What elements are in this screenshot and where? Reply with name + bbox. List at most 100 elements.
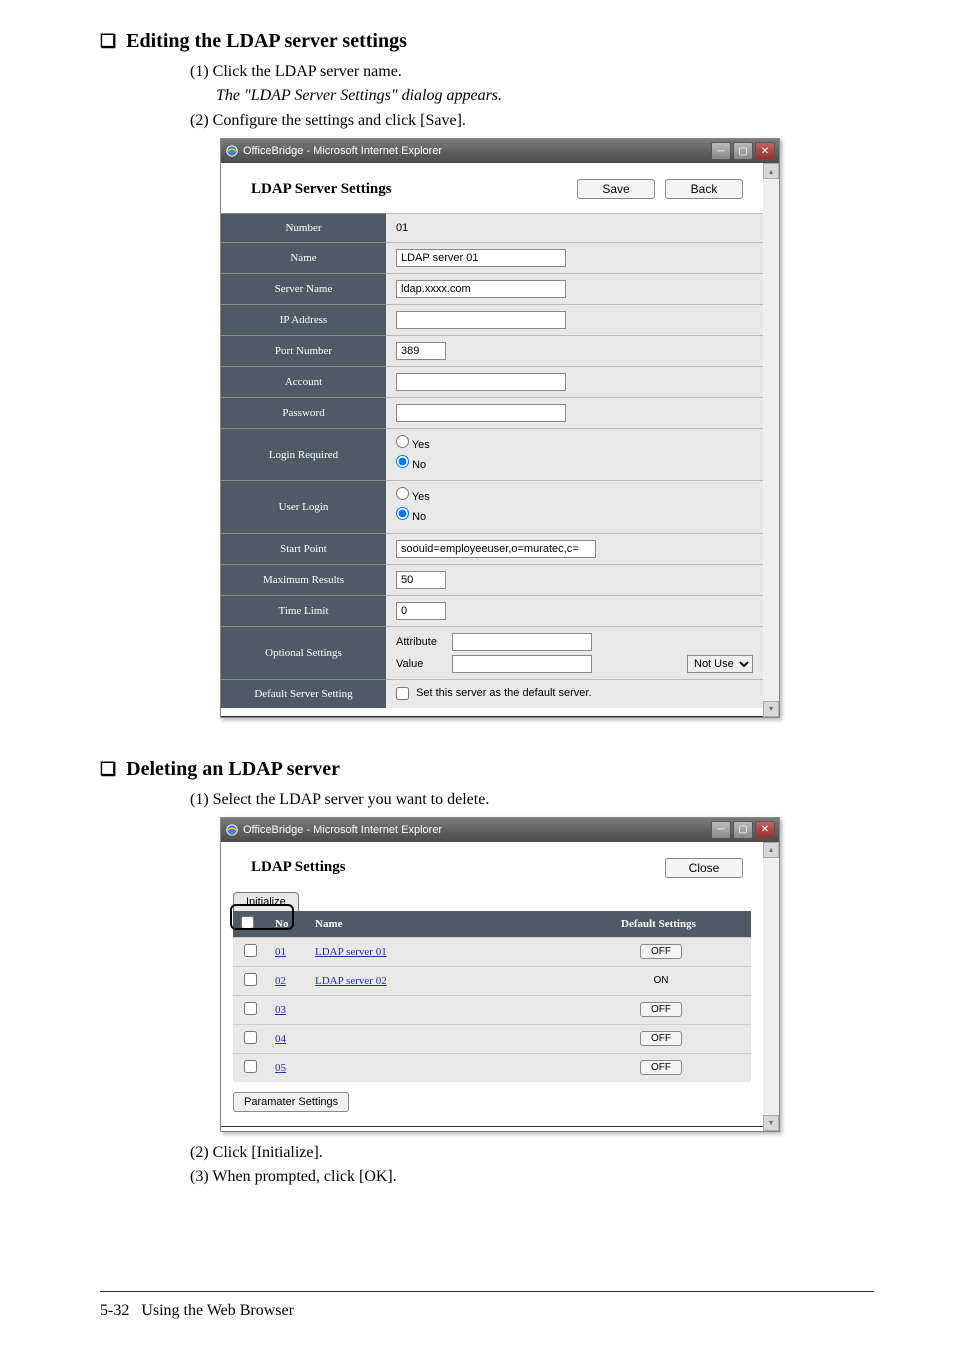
row-no-link[interactable]: 02	[275, 975, 286, 987]
table-row: 03 OFF	[233, 995, 751, 1024]
opt-use-select[interactable]: Not Use	[687, 655, 753, 673]
scroll-down-icon[interactable]: ▾	[763, 701, 779, 717]
server-name-input[interactable]	[396, 280, 566, 298]
password-input[interactable]	[396, 404, 566, 422]
col-name: Name	[307, 911, 571, 938]
label-default-server: Default Server Setting	[221, 679, 386, 708]
col-checkbox	[233, 911, 267, 938]
step-1-1-sub: The "LDAP Server Settings" dialog appear…	[190, 85, 874, 107]
opt-attr-label: Attribute	[396, 636, 446, 648]
window-minimize-button[interactable]: ─	[711, 142, 731, 160]
window-title-2: OfficeBridge - Microsoft Internet Explor…	[243, 824, 442, 836]
opt-value-input[interactable]	[452, 655, 592, 673]
footer-title: Using the Web Browser	[141, 1302, 294, 1319]
label-port: Port Number	[221, 336, 386, 367]
time-limit-input[interactable]	[396, 602, 446, 620]
page-footer: 5-32 Using the Web Browser	[100, 1291, 874, 1320]
tab-initialize[interactable]: Initialize	[233, 892, 299, 911]
default-toggle[interactable]: OFF	[640, 944, 682, 959]
table-row: 02 LDAP server 02 ON	[233, 966, 751, 995]
window-close-button[interactable]: ✕	[755, 821, 775, 839]
scroll-up-icon[interactable]: ▴	[763, 163, 779, 179]
value-number: 01	[386, 214, 763, 243]
row-no-link[interactable]: 05	[275, 1062, 286, 1074]
scroll-up-icon[interactable]: ▴	[763, 842, 779, 858]
default-toggle[interactable]: ON	[644, 974, 679, 987]
start-point-input[interactable]	[396, 540, 596, 558]
step-2-1: (1) Select the LDAP server you want to d…	[190, 789, 874, 811]
dialog-title: LDAP Server Settings	[251, 181, 392, 198]
scroll-down-icon[interactable]: ▾	[763, 1115, 779, 1131]
default-toggle[interactable]: OFF	[640, 1060, 682, 1075]
label-password: Password	[221, 398, 386, 429]
window-close-button[interactable]: ✕	[755, 142, 775, 160]
save-button[interactable]: Save	[577, 179, 655, 199]
row-no-link[interactable]: 04	[275, 1033, 286, 1045]
row-checkbox[interactable]	[244, 1002, 257, 1015]
label-ip-address: IP Address	[221, 305, 386, 336]
port-input[interactable]	[396, 342, 446, 360]
label-number: Number	[221, 214, 386, 243]
bullet-square-icon: ❑	[100, 759, 116, 779]
window-title: OfficeBridge - Microsoft Internet Explor…	[243, 145, 442, 157]
row-checkbox[interactable]	[244, 1060, 257, 1073]
back-button[interactable]: Back	[665, 179, 743, 199]
row-checkbox[interactable]	[244, 1031, 257, 1044]
ldap-form-table: Number 01 Name Server Name IP Address Po…	[221, 213, 763, 707]
col-default: Default Settings	[571, 911, 751, 938]
label-time-limit: Time Limit	[221, 595, 386, 626]
table-row: 04 OFF	[233, 1024, 751, 1053]
step-2-3: (3) When prompted, click [OK].	[190, 1166, 874, 1188]
step-2-2: (2) Click [Initialize].	[190, 1142, 874, 1164]
bullet-square-icon: ❑	[100, 31, 116, 51]
step-1-1: (1) Click the LDAP server name.	[190, 61, 874, 83]
row-no-link[interactable]: 03	[275, 1004, 286, 1016]
opt-attr-input[interactable]	[452, 633, 592, 651]
ldap-list-table: No Name Default Settings 01 LDAP server 0…	[233, 911, 751, 1082]
default-toggle[interactable]: OFF	[640, 1031, 682, 1046]
name-input[interactable]	[396, 249, 566, 267]
row-checkbox[interactable]	[244, 973, 257, 986]
window-minimize-button[interactable]: ─	[711, 821, 731, 839]
radio-login-no[interactable]: No	[396, 455, 753, 475]
default-toggle[interactable]: OFF	[640, 1002, 682, 1017]
row-checkbox[interactable]	[244, 944, 257, 957]
parameter-settings-button[interactable]: Paramater Settings	[233, 1092, 349, 1112]
table-row: 01 LDAP server 01 OFF	[233, 937, 751, 966]
account-input[interactable]	[396, 373, 566, 391]
select-all-checkbox[interactable]	[241, 916, 254, 929]
ip-address-input[interactable]	[396, 311, 566, 329]
label-server-name: Server Name	[221, 274, 386, 305]
window-maximize-button[interactable]: ▢	[733, 821, 753, 839]
radio-login-yes[interactable]: Yes	[396, 435, 753, 455]
label-start-point: Start Point	[221, 533, 386, 564]
ie-app-icon	[225, 823, 239, 837]
row-name-link[interactable]: LDAP server 01	[315, 946, 387, 958]
dialog-title-2: LDAP Settings	[251, 859, 346, 876]
ie-app-icon	[225, 144, 239, 158]
label-max-results: Maximum Results	[221, 564, 386, 595]
window-maximize-button[interactable]: ▢	[733, 142, 753, 160]
screenshot-ldap-server-settings: OfficeBridge - Microsoft Internet Explor…	[220, 138, 874, 717]
table-row: 05 OFF	[233, 1053, 751, 1082]
close-button[interactable]: Close	[665, 858, 743, 878]
label-user-login: User Login	[221, 481, 386, 533]
row-no-link[interactable]: 01	[275, 946, 286, 958]
screenshot-ldap-settings-list: OfficeBridge - Microsoft Internet Explor…	[220, 817, 874, 1132]
col-no: No	[267, 911, 307, 938]
label-name: Name	[221, 243, 386, 274]
default-server-checkbox[interactable]: Set this server as the default server.	[396, 687, 592, 699]
max-results-input[interactable]	[396, 571, 446, 589]
radio-userlogin-yes[interactable]: Yes	[396, 487, 753, 507]
window-titlebar-2[interactable]: OfficeBridge - Microsoft Internet Explor…	[221, 818, 779, 842]
step-1-2: (2) Configure the settings and click [Sa…	[190, 110, 874, 132]
opt-value-label: Value	[396, 658, 446, 670]
row-name-link[interactable]: LDAP server 02	[315, 975, 387, 987]
label-login-required: Login Required	[221, 429, 386, 481]
section-heading-delete: ❑Deleting an LDAP server	[100, 758, 874, 781]
page-number: 5-32	[100, 1302, 129, 1319]
radio-userlogin-no[interactable]: No	[396, 507, 753, 527]
label-account: Account	[221, 367, 386, 398]
label-optional-settings: Optional Settings	[221, 626, 386, 679]
window-titlebar[interactable]: OfficeBridge - Microsoft Internet Explor…	[221, 139, 779, 163]
